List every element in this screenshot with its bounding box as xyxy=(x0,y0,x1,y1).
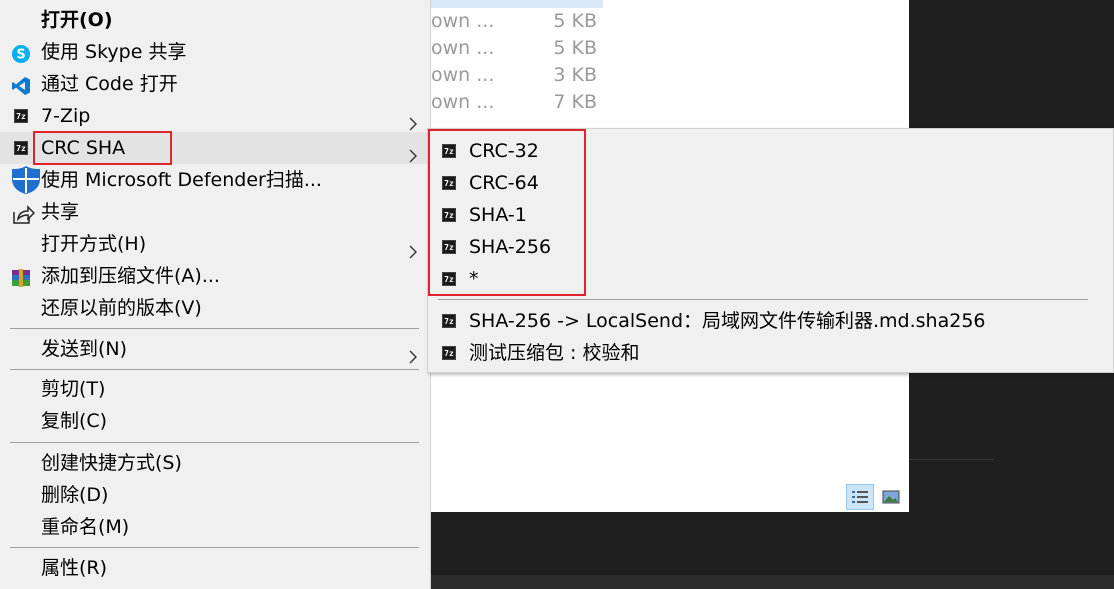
file-name: own ... xyxy=(431,91,495,113)
menu-item-create-shortcut[interactable]: 创建快捷方式(S) xyxy=(0,447,430,479)
submenu-item-sha256-save[interactable]: 7z SHA-256 -> LocalSend：局域网文件传输利器.md.sha… xyxy=(428,305,1113,337)
menu-item-copy[interactable]: 复制(C) xyxy=(0,405,430,437)
defender-shield-icon xyxy=(10,165,42,195)
chevron-right-icon xyxy=(408,141,418,163)
menu-separator xyxy=(10,547,419,548)
7zip-icon: 7z xyxy=(442,314,456,328)
submenu-item-label: SHA-256 -> LocalSend：局域网文件传输利器.md.sha256 xyxy=(469,310,986,332)
menu-item-label: 使用 Skype 共享 xyxy=(41,41,187,63)
file-size: 3 KB xyxy=(553,64,597,86)
view-toggle xyxy=(846,484,905,510)
menu-item-label: 使用 Microsoft Defender扫描... xyxy=(41,169,322,191)
menu-item-label: 打开(O) xyxy=(41,9,113,31)
chevron-right-icon xyxy=(408,342,418,364)
highlight-box xyxy=(428,129,586,296)
file-row[interactable]: own ... 5 KB xyxy=(428,35,603,62)
menu-item-label: 复制(C) xyxy=(41,410,108,432)
menu-item-label: 共享 xyxy=(41,201,80,223)
menu-separator xyxy=(10,442,419,443)
chevron-right-icon xyxy=(408,109,418,131)
menu-item-open-with[interactable]: 打开方式(H) xyxy=(0,228,430,260)
taskbar-strip xyxy=(428,575,1114,589)
menu-item-label: 通过 Code 打开 xyxy=(41,73,178,95)
winrar-icon xyxy=(11,266,31,287)
menu-item-send-to[interactable]: 发送到(N) xyxy=(0,333,430,365)
file-size: 5 KB xyxy=(553,10,597,32)
7zip-icon: 7z xyxy=(14,141,28,155)
menu-item-rename[interactable]: 重命名(M) xyxy=(0,511,430,543)
menu-item-open[interactable]: 打开(O) xyxy=(0,4,430,36)
file-name: own ... xyxy=(431,10,495,32)
file-size: 7 KB xyxy=(553,91,597,113)
selected-row-strip xyxy=(428,0,603,8)
menu-item-defender-scan[interactable]: 使用 Microsoft Defender扫描... xyxy=(0,164,430,196)
svg-text:S: S xyxy=(16,48,25,63)
menu-item-delete[interactable]: 删除(D) xyxy=(0,479,430,511)
menu-item-label: 发送到(N) xyxy=(41,338,128,360)
menu-item-label: 创建快捷方式(S) xyxy=(41,452,182,474)
menu-item-properties[interactable]: 属性(R) xyxy=(0,552,430,584)
highlight-box xyxy=(33,131,172,165)
menu-separator xyxy=(10,328,419,329)
chevron-right-icon xyxy=(408,237,418,259)
context-menu: 打开(O) S 使用 Skype 共享 通过 Code 打开 7z 7-Zip … xyxy=(0,0,431,589)
submenu-item-label: 测试压缩包 : 校验和 xyxy=(469,342,640,364)
7zip-icon: 7z xyxy=(14,109,28,123)
thumbnail-view-icon[interactable] xyxy=(877,484,905,510)
details-view-icon[interactable] xyxy=(846,484,874,510)
file-row[interactable]: own ... 7 KB xyxy=(428,89,603,116)
menu-separator xyxy=(10,369,419,370)
menu-item-label: 打开方式(H) xyxy=(41,233,147,255)
menu-item-7zip[interactable]: 7z 7-Zip xyxy=(0,100,430,132)
menu-item-label: 重命名(M) xyxy=(41,516,130,538)
menu-item-share-skype[interactable]: S 使用 Skype 共享 xyxy=(0,36,430,68)
menu-item-label: 删除(D) xyxy=(41,484,109,506)
submenu-separator xyxy=(438,299,1088,300)
file-size: 5 KB xyxy=(553,37,597,59)
menu-item-open-code[interactable]: 通过 Code 打开 xyxy=(0,68,430,100)
vscode-icon xyxy=(11,74,31,95)
file-name: own ... xyxy=(431,64,495,86)
menu-item-label: 属性(R) xyxy=(41,557,108,579)
share-icon xyxy=(11,202,36,224)
menu-item-add-to-archive[interactable]: 添加到压缩文件(A)... xyxy=(0,260,430,292)
submenu-item-test-archive[interactable]: 7z 测试压缩包 : 校验和 xyxy=(428,337,1113,369)
skype-icon: S xyxy=(11,42,31,63)
menu-item-cut[interactable]: 剪切(T) xyxy=(0,373,430,405)
menu-item-label: 添加到压缩文件(A)... xyxy=(41,265,220,287)
crc-sha-submenu: 7z CRC-32 7z CRC-64 7z SHA-1 7z SHA-256 … xyxy=(427,128,1114,373)
menu-item-restore-versions[interactable]: 还原以前的版本(V) xyxy=(0,292,430,324)
menu-item-share[interactable]: 共享 xyxy=(0,196,430,228)
divider xyxy=(909,459,994,460)
file-row[interactable]: own ... 3 KB xyxy=(428,62,603,89)
menu-item-label: 7-Zip xyxy=(41,105,91,127)
file-name: own ... xyxy=(431,37,495,59)
7zip-icon: 7z xyxy=(442,346,456,360)
file-row[interactable]: own ... 5 KB xyxy=(428,8,603,35)
menu-item-label: 剪切(T) xyxy=(41,378,106,400)
menu-item-label: 还原以前的版本(V) xyxy=(41,297,202,319)
